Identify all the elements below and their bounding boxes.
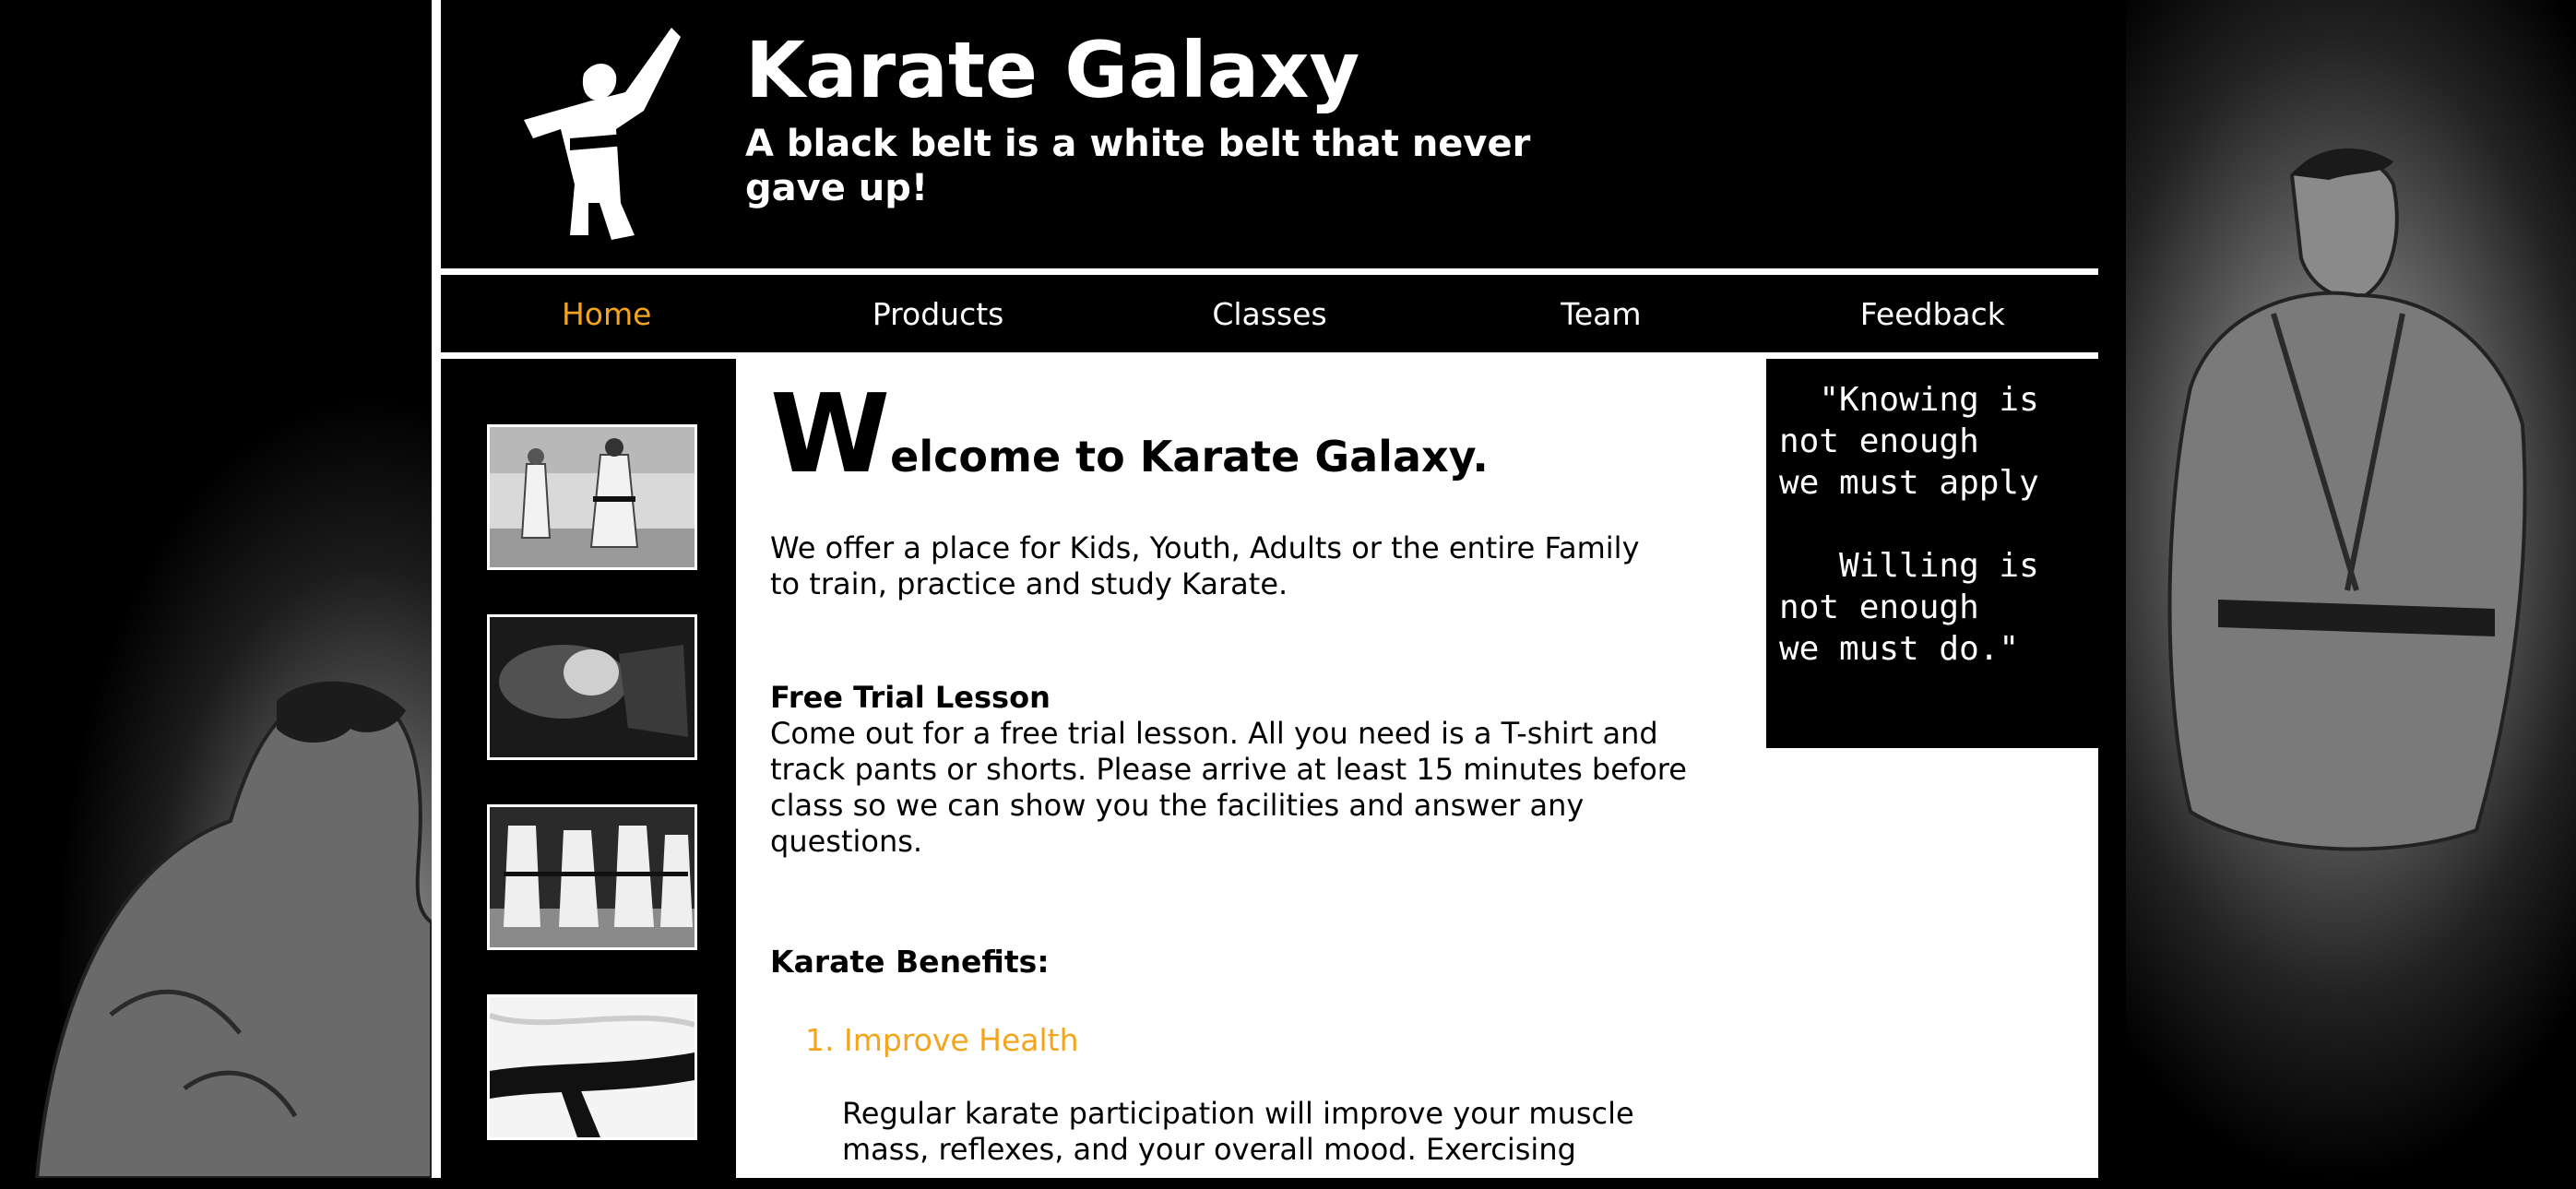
black-belt-photo bbox=[487, 994, 697, 1140]
nav-products[interactable]: Products bbox=[772, 275, 1103, 352]
right-background-art bbox=[2126, 0, 2576, 1178]
photo-gallery-sidebar bbox=[441, 359, 736, 1189]
karateka-standing-illustration bbox=[2167, 148, 2527, 851]
smoke-fist-photo bbox=[487, 614, 697, 760]
page-container: Karate Galaxy A black belt is a white be… bbox=[432, 0, 2098, 1189]
left-background-art bbox=[0, 0, 432, 1178]
nav-classes[interactable]: Classes bbox=[1104, 275, 1435, 352]
nav-team[interactable]: Team bbox=[1435, 275, 1766, 352]
welcome-heading-text: elcome to Karate Galaxy. bbox=[890, 432, 1489, 482]
benefit-description: Regular karate participation will improv… bbox=[842, 1096, 1634, 1167]
free-trial-text: Come out for a free trial lesson. All yo… bbox=[770, 716, 1687, 859]
karate-kick-logo-icon[interactable] bbox=[496, 18, 681, 240]
welcome-heading: Welcome to Karate Galaxy. bbox=[770, 379, 1489, 512]
site-tagline: A black belt is a white belt that never … bbox=[745, 123, 1531, 209]
intro-paragraph: We offer a place for Kids, Youth, Adults… bbox=[770, 530, 1640, 601]
site-header: Karate Galaxy A black belt is a white be… bbox=[441, 0, 2098, 268]
main-navigation: Home Products Classes Team Feedback bbox=[441, 275, 2098, 352]
free-trial-heading: Free Trial Lesson bbox=[770, 680, 1051, 715]
karateka-back-illustration bbox=[34, 681, 432, 1178]
free-trial-section: Free Trial Lesson Come out for a free tr… bbox=[770, 680, 1692, 860]
welcome-dropcap: W bbox=[770, 370, 891, 497]
benefits-heading: Karate Benefits: bbox=[770, 944, 1050, 980]
nav-home[interactable]: Home bbox=[441, 275, 772, 352]
kata-class-photo bbox=[487, 804, 697, 950]
quote-text: "Knowing is not enough we must apply Wil… bbox=[1779, 381, 2039, 668]
karate-sparring-photo bbox=[487, 424, 697, 570]
quote-box: "Knowing is not enough we must apply Wil… bbox=[1766, 359, 2098, 748]
benefit-item-improve-health[interactable]: 1. Improve Health bbox=[805, 1022, 1079, 1058]
nav-feedback[interactable]: Feedback bbox=[1767, 275, 2098, 352]
site-title: Karate Galaxy bbox=[745, 25, 1360, 115]
